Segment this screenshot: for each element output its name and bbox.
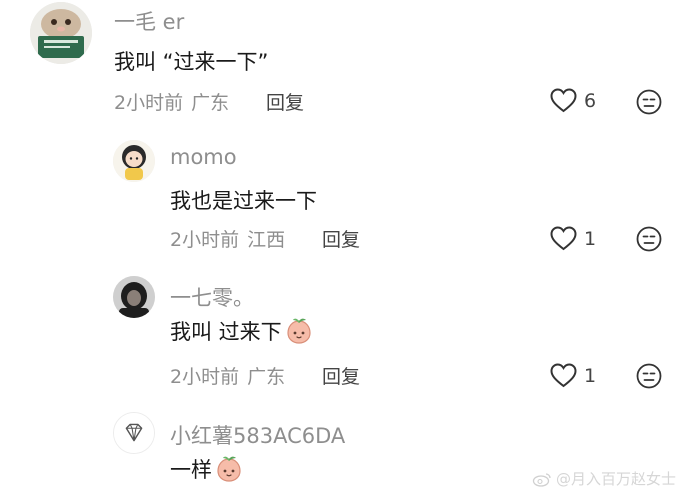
hamster-reading-avatar-icon	[30, 2, 92, 64]
reply-item: 一七零。 我叫 过来下 2小时前 广东 回复 1	[0, 272, 690, 402]
comment-text-content: 一样	[170, 458, 212, 482]
like-button[interactable]: 1	[550, 363, 596, 388]
meh-face-icon	[636, 89, 662, 115]
location: 广东	[247, 366, 286, 388]
dark-hoodie-avatar-icon	[113, 276, 155, 318]
watermark-text: @月入百万赵女士	[555, 470, 676, 488]
dislike-button[interactable]	[636, 226, 662, 252]
avatar[interactable]	[30, 2, 92, 64]
diamond-avatar-icon	[114, 413, 154, 453]
weibo-logo-icon	[532, 471, 552, 487]
reply-button[interactable]: 回复	[322, 225, 360, 252]
avatar[interactable]	[113, 140, 155, 182]
username[interactable]: 一七零。	[170, 282, 254, 312]
username[interactable]: momo	[170, 145, 237, 169]
peach-emoji-icon	[284, 316, 314, 346]
dislike-button[interactable]	[636, 363, 662, 389]
username[interactable]: 一毛 er	[114, 6, 184, 36]
heart-icon	[550, 226, 577, 251]
watermark: @月入百万赵女士	[532, 468, 676, 489]
avatar[interactable]	[113, 276, 155, 318]
like-count: 6	[584, 89, 597, 112]
reply-item: momo 我也是过来一下 2小时前 江西 回复 1	[0, 136, 690, 266]
username[interactable]: 小红薯583AC6DA	[170, 420, 345, 450]
dislike-button[interactable]	[636, 89, 662, 115]
like-button[interactable]: 1	[550, 226, 596, 251]
cartoon-girl-avatar-icon	[113, 140, 155, 182]
comment-text: 我叫 过来下	[170, 316, 314, 346]
like-button[interactable]: 6	[550, 88, 596, 113]
comment-meta: 2小时前 广东	[114, 88, 229, 115]
comment-text: 我叫 “过来一下”	[114, 50, 269, 74]
like-count: 1	[584, 364, 597, 387]
location: 广东	[191, 92, 230, 114]
location: 江西	[247, 229, 286, 251]
timestamp: 2小时前	[170, 366, 240, 388]
reply-button[interactable]: 回复	[266, 88, 304, 115]
reply-button[interactable]: 回复	[322, 362, 360, 389]
peach-emoji-icon	[214, 454, 244, 484]
comment-item: 一毛 er 我叫 “过来一下” 2小时前 广东 回复 6	[0, 0, 690, 130]
meh-face-icon	[636, 363, 662, 389]
comment-text: 我也是过来一下	[170, 189, 317, 213]
avatar[interactable]	[113, 412, 155, 454]
comment-meta: 2小时前 广东	[170, 362, 285, 389]
heart-icon	[550, 88, 577, 113]
like-count: 1	[584, 227, 597, 250]
comment-text-content: 我叫 过来下	[170, 320, 282, 344]
heart-icon	[550, 363, 577, 388]
meh-face-icon	[636, 226, 662, 252]
timestamp: 2小时前	[114, 92, 184, 114]
timestamp: 2小时前	[170, 229, 240, 251]
comment-text: 一样	[170, 454, 244, 484]
comment-meta: 2小时前 江西	[170, 225, 285, 252]
